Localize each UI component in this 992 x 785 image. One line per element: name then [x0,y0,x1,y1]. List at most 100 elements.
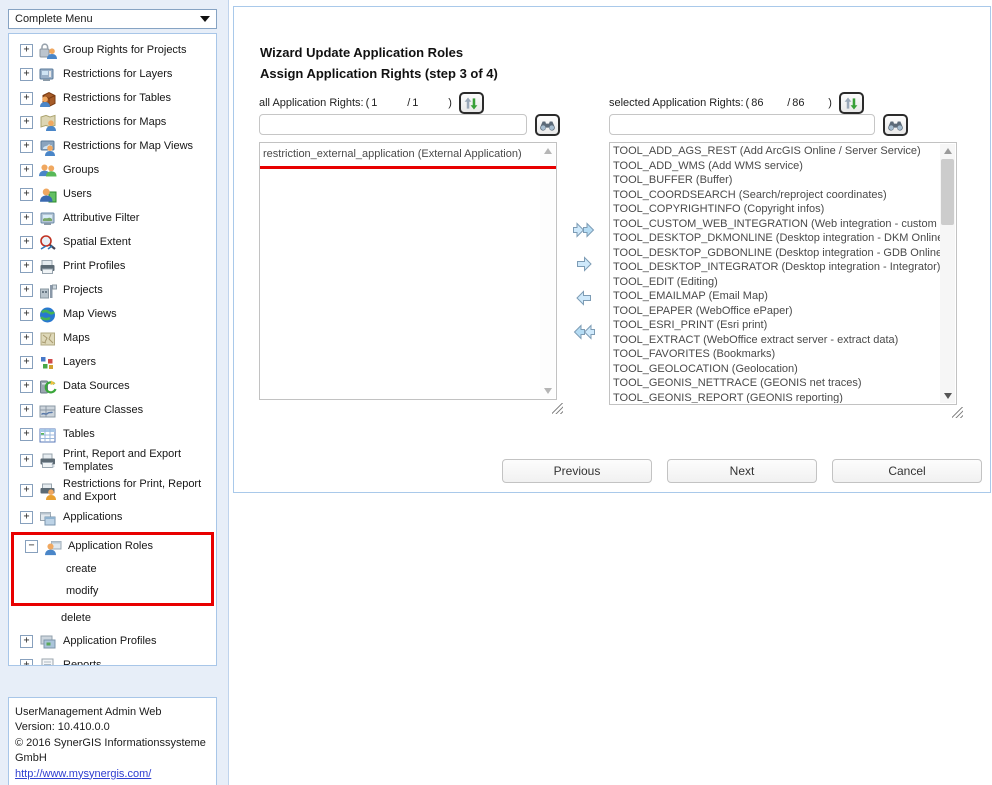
move-right-button[interactable] [571,253,597,277]
expand-icon[interactable]: + [20,356,33,369]
sidebar-item-tables[interactable]: +Tables [9,422,216,446]
expand-icon[interactable]: + [20,236,33,249]
find-button-right[interactable] [883,114,908,136]
list-item[interactable]: TOOL_DESKTOP_DKMONLINE (Desktop integrat… [610,231,940,246]
resize-grip-left[interactable] [552,403,563,414]
expand-icon[interactable]: + [20,188,33,201]
sidebar-item-users[interactable]: +Users [9,182,216,206]
expand-icon[interactable]: + [20,484,33,497]
expand-icon[interactable]: + [20,92,33,105]
sidebar-item-print-report-and-export-templates[interactable]: +Print, Report and Export Templates [9,446,216,476]
all-rights-listbox[interactable]: restriction_external_application (Extern… [259,142,557,400]
find-button-left[interactable] [535,114,560,136]
scrollbar-thumb[interactable] [941,159,954,225]
expand-icon[interactable]: + [20,332,33,345]
highlight-rectangle-sidebar: − Application Roles createmodify [11,532,214,606]
move-all-left-button[interactable] [571,321,597,345]
list-item[interactable]: TOOL_GEONIS_REPORT (GEONIS reporting) [610,391,940,404]
expand-icon[interactable]: + [20,428,33,441]
cancel-button[interactable]: Cancel [832,459,982,483]
move-all-right-button[interactable] [571,219,597,243]
sidebar-item-delete[interactable]: delete [9,608,216,630]
right-list-scrollbar[interactable] [940,144,955,403]
right-search-row [609,114,908,136]
printer-icon [37,256,59,276]
sidebar-item-map-views[interactable]: +Map Views [9,302,216,326]
expand-icon[interactable]: + [20,116,33,129]
scroll-down-icon[interactable] [540,384,555,398]
list-item[interactable]: TOOL_GEONIS_NETTRACE (GEONIS net traces) [610,376,940,391]
expand-icon[interactable]: + [20,404,33,417]
list-item[interactable]: restriction_external_application (Extern… [260,144,540,164]
list-item[interactable]: TOOL_COORDSEARCH (Search/reproject coord… [610,188,940,203]
list-item[interactable]: TOOL_DESKTOP_INTEGRATOR (Desktop integra… [610,260,940,275]
sidebar-item-restrictions-for-print-report-and-export[interactable]: +Restrictions for Print, Report and Expo… [9,476,216,506]
sidebar-item-restrictions-for-map-views[interactable]: +Restrictions for Map Views [9,134,216,158]
search-input-right[interactable] [609,114,875,135]
sort-refresh-button-left[interactable] [459,92,484,114]
selected-rights-listbox[interactable]: TOOL_ADD_AGS_REST (Add ArcGIS Online / S… [609,142,957,405]
sidebar-item-application-roles[interactable]: − Application Roles [14,535,211,559]
sidebar-item-feature-classes[interactable]: +Feature Classes [9,398,216,422]
sidebar-item-create[interactable]: create [14,559,211,581]
list-item[interactable]: TOOL_CUSTOM_WEB_INTEGRATION (Web integra… [610,217,940,232]
expand-icon[interactable]: + [20,635,33,648]
expand-icon[interactable]: + [20,140,33,153]
left-list-scrollbar[interactable] [540,144,555,398]
expand-icon[interactable]: + [20,454,33,467]
sidebar-item-applications[interactable]: +Applications [9,506,216,530]
sort-refresh-button-right[interactable] [839,92,864,114]
list-item[interactable]: TOOL_ADD_AGS_REST (Add ArcGIS Online / S… [610,144,940,159]
sidebar-item-reports[interactable]: +Reports [9,654,216,666]
sidebar-item-application-profiles[interactable]: +Application Profiles [9,630,216,654]
expand-icon[interactable]: + [20,284,33,297]
list-item[interactable]: TOOL_EPAPER (WebOffice ePaper) [610,304,940,319]
sidebar-item-spatial-extent[interactable]: +Spatial Extent [9,230,216,254]
move-left-button[interactable] [571,287,597,311]
list-item[interactable]: TOOL_EXTRACT (WebOffice extract server -… [610,333,940,348]
list-item[interactable]: TOOL_ESRI_PRINT (Esri print) [610,318,940,333]
list-item[interactable]: TOOL_ADD_WMS (Add WMS service) [610,159,940,174]
sidebar-item-restrictions-for-layers[interactable]: +Restrictions for Layers [9,62,216,86]
sidebar-item-attributive-filter[interactable]: +Attributive Filter [9,206,216,230]
expand-icon[interactable]: + [20,68,33,81]
list-item[interactable]: TOOL_EDIT (Editing) [610,275,940,290]
list-item[interactable]: TOOL_GEOLOCATION (Geolocation) [610,362,940,377]
binoculars-icon [886,117,905,133]
next-button[interactable]: Next [667,459,817,483]
expand-icon[interactable]: + [20,212,33,225]
expand-icon[interactable]: + [20,260,33,273]
previous-button[interactable]: Previous [502,459,652,483]
search-input-left[interactable] [259,114,527,135]
list-item[interactable]: TOOL_EMAILMAP (Email Map) [610,289,940,304]
sidebar-item-layers[interactable]: +Layers [9,350,216,374]
expand-icon[interactable]: + [20,380,33,393]
sidebar-item-maps[interactable]: +Maps [9,326,216,350]
sidebar-item-group-rights-for-projects[interactable]: +Group Rights for Projects [9,38,216,62]
scroll-down-icon[interactable] [940,389,955,403]
expand-icon[interactable]: + [20,511,33,524]
menu-dropdown[interactable]: Complete Menu [8,9,217,29]
sidebar-item-restrictions-for-tables[interactable]: +Restrictions for Tables [9,86,216,110]
expand-icon[interactable]: + [20,659,33,666]
scroll-up-icon[interactable] [940,144,955,158]
expand-icon[interactable]: + [20,308,33,321]
sidebar-item-groups[interactable]: +Groups [9,158,216,182]
sidebar-item-projects[interactable]: +Projects [9,278,216,302]
sidebar-item-label: Application Roles [68,540,153,553]
sidebar-item-restrictions-for-maps[interactable]: +Restrictions for Maps [9,110,216,134]
collapse-icon[interactable]: − [25,540,38,553]
list-item[interactable]: TOOL_FAVORITES (Bookmarks) [610,347,940,362]
scroll-up-icon[interactable] [540,144,555,158]
sidebar-item-modify[interactable]: modify [14,581,211,603]
vendor-link[interactable]: http://www.mysynergis.com/ [15,768,151,780]
sidebar-item-print-profiles[interactable]: +Print Profiles [9,254,216,278]
list-item[interactable]: TOOL_DESKTOP_GDBONLINE (Desktop integrat… [610,246,940,261]
wizard-panel: Wizard Update Application Roles Assign A… [233,6,991,493]
list-item[interactable]: TOOL_COPYRIGHTINFO (Copyright infos) [610,202,940,217]
resize-grip-right[interactable] [952,407,963,418]
sidebar-item-data-sources[interactable]: +Data Sources [9,374,216,398]
expand-icon[interactable]: + [20,164,33,177]
expand-icon[interactable]: + [20,44,33,57]
list-item[interactable]: TOOL_BUFFER (Buffer) [610,173,940,188]
